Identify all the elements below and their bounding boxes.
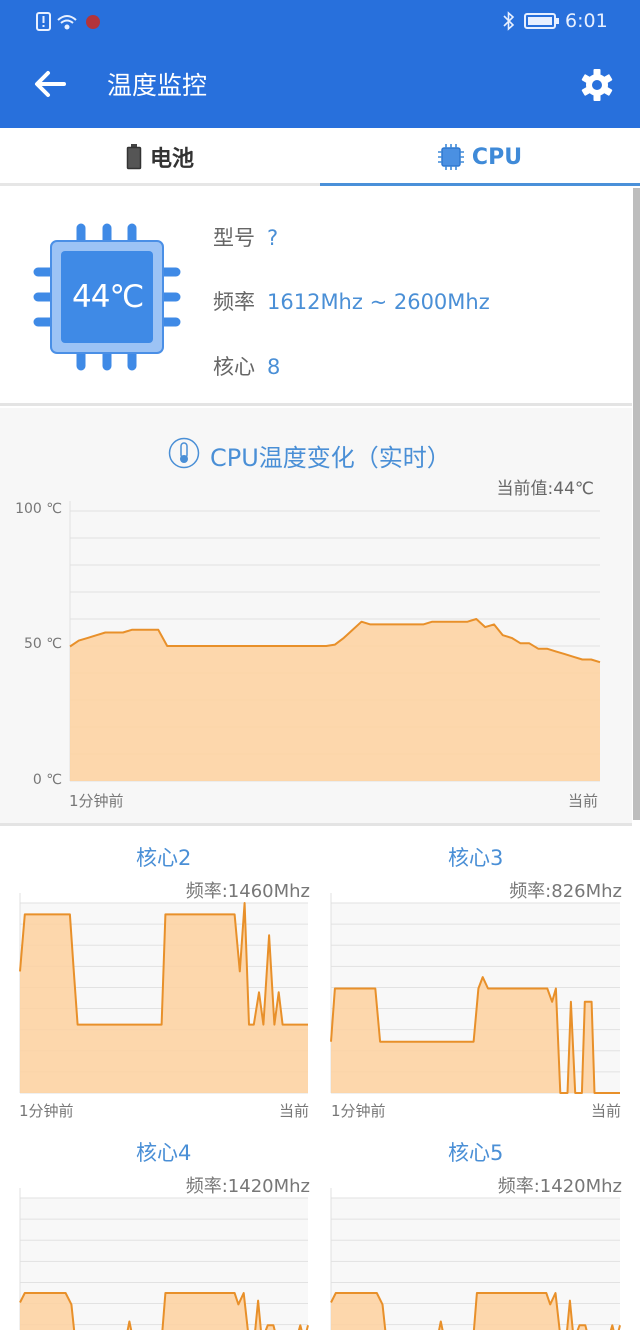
- x-tick-label: 当前: [590, 1102, 621, 1120]
- y-tick-label: 50 ℃: [24, 636, 62, 652]
- core-title: 核心2: [136, 846, 192, 870]
- x-tick-label: 1分钟前: [69, 792, 124, 810]
- core-frequency: 频率:1460Mhz: [185, 881, 310, 902]
- core-title: 核心4: [136, 1141, 192, 1165]
- charts-canvas: [19, 501, 621, 1330]
- y-tick-label: 100 ℃: [15, 501, 62, 517]
- core-frequency: 频率:826Mhz: [509, 881, 622, 902]
- x-tick-label: 当前: [567, 792, 598, 810]
- core-title: 核心3: [448, 846, 504, 870]
- x-tick-label: 1分钟前: [331, 1102, 386, 1120]
- y-tick-label: 0 ℃: [32, 772, 62, 788]
- core-frequency: 频率:1420Mhz: [185, 1176, 310, 1197]
- core-frequency: 频率:1420Mhz: [497, 1176, 622, 1197]
- x-tick-label: 当前: [278, 1102, 309, 1120]
- x-tick-label: 1分钟前: [19, 1102, 74, 1120]
- core-title: 核心5: [448, 1141, 504, 1165]
